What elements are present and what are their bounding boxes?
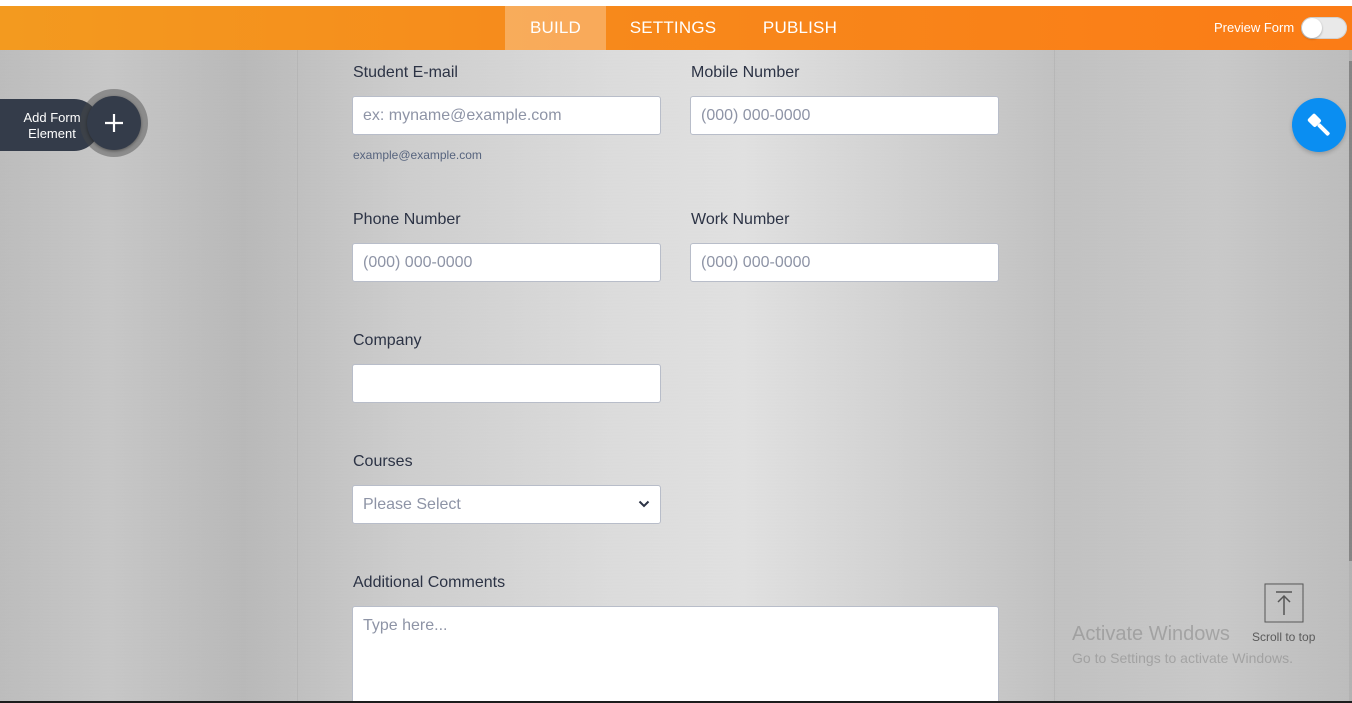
top-navigation-bar: BUILD SETTINGS PUBLISH Preview Form [0, 6, 1352, 50]
paint-brush-icon [1307, 113, 1330, 136]
courses-select[interactable]: Please Select [352, 485, 661, 524]
scroll-to-top-label: Scroll to top [1252, 630, 1316, 644]
windows-watermark-title: Activate Windows [1072, 623, 1230, 645]
additional-comments-label: Additional Comments [353, 574, 506, 591]
chevron-down-icon [638, 500, 650, 508]
form-panel: Student E-mail ex: myname@example.com ex… [297, 50, 1055, 701]
mobile-number-input[interactable]: (000) 000-0000 [690, 96, 999, 135]
form-designer-button[interactable] [1292, 98, 1346, 152]
preview-form-label: Preview Form [1214, 20, 1295, 35]
arrow-up-icon [1264, 583, 1304, 623]
windows-watermark-subtitle: Go to Settings to activate Windows. [1072, 650, 1293, 666]
form-builder-canvas: BUILD SETTINGS PUBLISH Preview Form Stud… [0, 6, 1352, 701]
phone-number-label: Phone Number [353, 211, 461, 228]
tab-settings[interactable]: SETTINGS [620, 6, 726, 50]
mobile-number-label: Mobile Number [691, 64, 800, 81]
add-element-circle-inner [87, 96, 141, 150]
plus-icon [105, 114, 123, 132]
student-email-input[interactable]: ex: myname@example.com [352, 96, 661, 135]
preview-form-toggle[interactable] [1301, 17, 1347, 39]
tab-publish[interactable]: PUBLISH [752, 6, 848, 50]
add-element-circle-button[interactable] [80, 89, 148, 157]
toggle-knob [1302, 18, 1322, 38]
company-label: Company [353, 332, 422, 349]
phone-number-input[interactable]: (000) 000-0000 [352, 243, 661, 282]
add-form-element-label: Add Form Element [23, 110, 81, 141]
courses-selected-value: Please Select [363, 496, 461, 513]
tab-build[interactable]: BUILD [505, 6, 606, 50]
company-input[interactable] [352, 364, 661, 403]
student-email-sublabel: example@example.com [353, 148, 482, 162]
courses-label: Courses [353, 453, 413, 470]
work-number-label: Work Number [691, 211, 790, 228]
work-number-input[interactable]: (000) 000-0000 [690, 243, 999, 282]
additional-comments-textarea[interactable]: Type here... [352, 606, 999, 701]
scroll-to-top-button[interactable] [1264, 583, 1304, 623]
student-email-label: Student E-mail [353, 64, 458, 81]
